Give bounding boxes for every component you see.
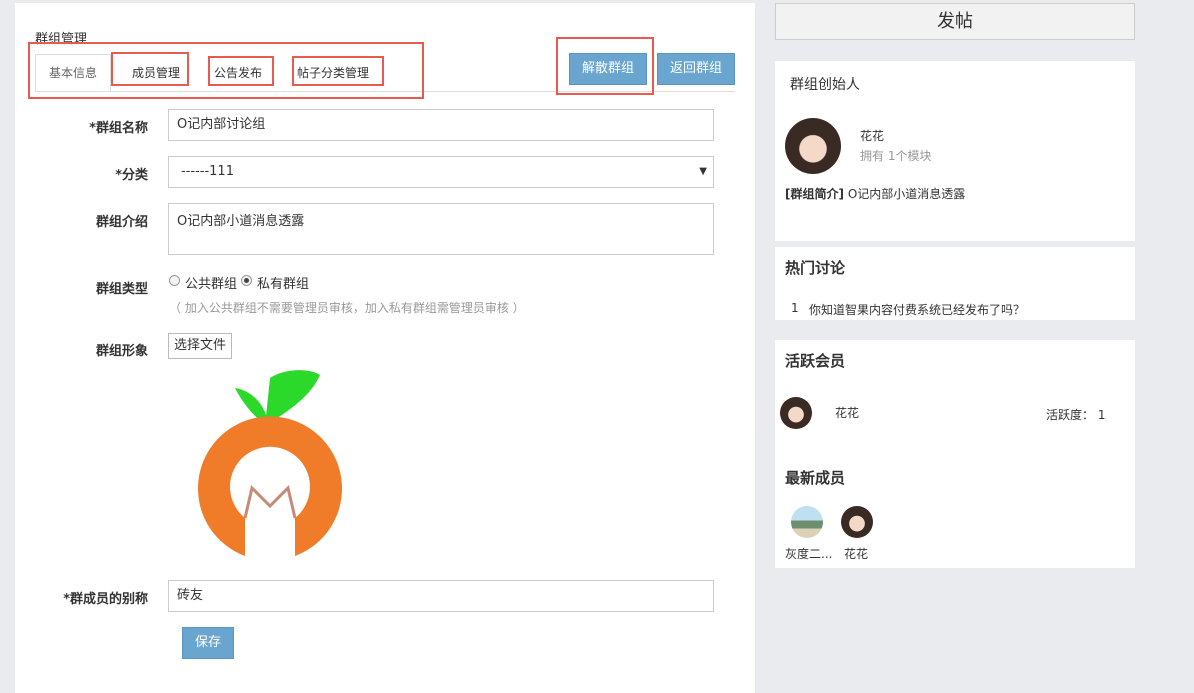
newest-title: 最新成员	[785, 469, 846, 487]
founder-intro-label: [群组简介]	[785, 187, 844, 201]
active-member-name[interactable]: 花花	[835, 404, 859, 421]
choose-file-button[interactable]: 选择文件	[168, 333, 232, 359]
radio-public[interactable]	[169, 275, 180, 286]
members-card: 活跃会员 花花 活跃度： 1 最新成员 灰度二... 花花	[775, 340, 1135, 568]
back-to-group-button[interactable]: 返回群组	[657, 53, 735, 85]
active-title: 活跃会员	[785, 352, 846, 370]
activity-score: 活跃度： 1	[1046, 406, 1105, 423]
disband-group-button[interactable]: 解散群组	[569, 53, 647, 85]
annotation-box-category	[292, 56, 384, 86]
annotation-box-member	[111, 52, 189, 86]
newest-member-name-1[interactable]: 灰度二...	[785, 545, 832, 562]
annotation-box-announcement	[208, 56, 274, 86]
founder-name[interactable]: 花花	[860, 127, 884, 144]
radio-private[interactable]	[241, 275, 252, 286]
category-label: *分类	[115, 168, 148, 183]
alias-label: *群成员的别称	[63, 592, 148, 607]
founder-title: 群组创始人	[790, 77, 860, 93]
hot-discussion-card: 热门讨论 1 你知道智果内容付费系统已经发布了吗？	[775, 247, 1135, 320]
newest-member-avatar-2[interactable]	[841, 506, 873, 538]
category-value: ------111	[181, 164, 234, 179]
hot-item-number: 1	[791, 301, 799, 315]
intro-textarea[interactable]: O记内部小道消息透露	[168, 203, 714, 255]
main-panel: 群组管理 基本信息 成员管理 公告发布 帖子分类管理 解散群组 返回群组 *群组…	[15, 3, 755, 693]
group-name-label: *群组名称	[89, 121, 148, 136]
chevron-down-icon: ▼	[699, 166, 707, 177]
activity-value: 1	[1097, 408, 1106, 422]
activity-label: 活跃度：	[1046, 408, 1095, 422]
founder-modules: 拥有 1个模块	[860, 149, 932, 163]
intro-label: 群组介绍	[95, 215, 148, 230]
group-logo-image	[198, 370, 342, 556]
newest-member-name-2[interactable]: 花花	[844, 545, 868, 562]
founder-avatar[interactable]	[785, 118, 841, 174]
hot-item-link[interactable]: 你知道智果内容付费系统已经发布了吗？	[809, 301, 1025, 318]
image-label: 群组形象	[95, 344, 148, 359]
active-member-avatar[interactable]	[780, 397, 812, 429]
type-hint: （ 加入公共群组不需要管理员审核，加入私有群组需管理员审核 ）	[169, 301, 525, 315]
post-button[interactable]: 发帖	[775, 3, 1135, 40]
founder-card: 群组创始人 花花 拥有 1个模块 [群组简介] O记内部小道消息透露	[775, 61, 1135, 241]
radio-private-label: 私有群组	[257, 277, 310, 292]
category-select[interactable]: ------111 ▼	[168, 156, 714, 188]
type-label: 群组类型	[95, 282, 148, 297]
founder-intro-text: O记内部小道消息透露	[847, 187, 966, 201]
founder-intro: [群组简介] O记内部小道消息透露	[785, 185, 965, 202]
hot-title: 热门讨论	[785, 259, 846, 277]
save-button[interactable]: 保存	[182, 627, 234, 659]
newest-member-avatar-1[interactable]	[791, 506, 823, 538]
group-name-input[interactable]: O记内部讨论组	[168, 109, 714, 141]
alias-input[interactable]: 砖友	[168, 580, 714, 612]
radio-public-label: 公共群组	[185, 277, 238, 292]
